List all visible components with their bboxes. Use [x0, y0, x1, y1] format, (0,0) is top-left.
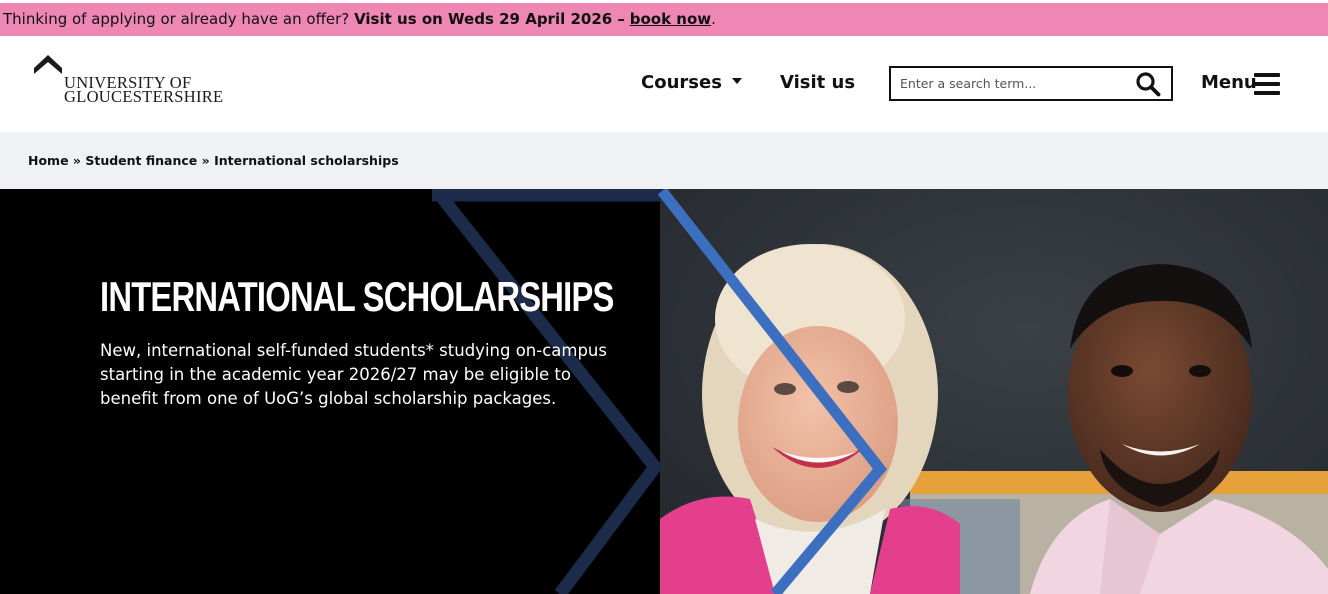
announcement-banner: Thinking of applying or already have an … — [0, 3, 1328, 36]
search-input[interactable] — [891, 68, 1121, 99]
breadcrumb: Home » Student finance » International s… — [0, 132, 1328, 189]
breadcrumb-separator: » — [72, 153, 81, 168]
banner-end: . — [711, 10, 716, 28]
menu-button[interactable]: Menu — [1201, 72, 1257, 93]
book-now-link[interactable]: book now — [630, 10, 711, 28]
hero-section: INTERNATIONAL SCHOLARSHIPS New, internat… — [0, 189, 1328, 594]
breadcrumb-student-finance[interactable]: Student finance — [85, 153, 197, 168]
caret-down-icon — [731, 78, 742, 84]
banner-event-text: Visit us on Weds 29 April 2026 – — [354, 10, 625, 28]
hero-title: INTERNATIONAL SCHOLARSHIPS — [100, 273, 614, 320]
logo-wordmark: UNIVERSITY OF GLOUCESTERSHIRE — [64, 74, 224, 106]
search-icon[interactable] — [1135, 71, 1161, 97]
logo-line-2: GLOUCESTERSHIRE — [64, 87, 224, 106]
site-header: UNIVERSITY OF GLOUCESTERSHIRE Courses Vi… — [0, 36, 1328, 132]
hamburger-icon[interactable] — [1254, 73, 1280, 95]
breadcrumb-current: International scholarships — [214, 153, 399, 168]
search-box — [889, 66, 1173, 101]
nav-visit-us[interactable]: Visit us — [780, 72, 855, 93]
nav-courses-label: Courses — [641, 72, 722, 93]
nav-courses[interactable]: Courses — [641, 72, 742, 93]
university-logo[interactable]: UNIVERSITY OF GLOUCESTERSHIRE — [34, 54, 234, 109]
banner-lead-text: Thinking of applying or already have an … — [3, 10, 350, 28]
breadcrumb-home[interactable]: Home — [28, 153, 69, 168]
chevron-logo-icon — [34, 55, 62, 74]
breadcrumb-separator: » — [201, 153, 210, 168]
hero-description: New, international self-funded students*… — [100, 341, 607, 408]
